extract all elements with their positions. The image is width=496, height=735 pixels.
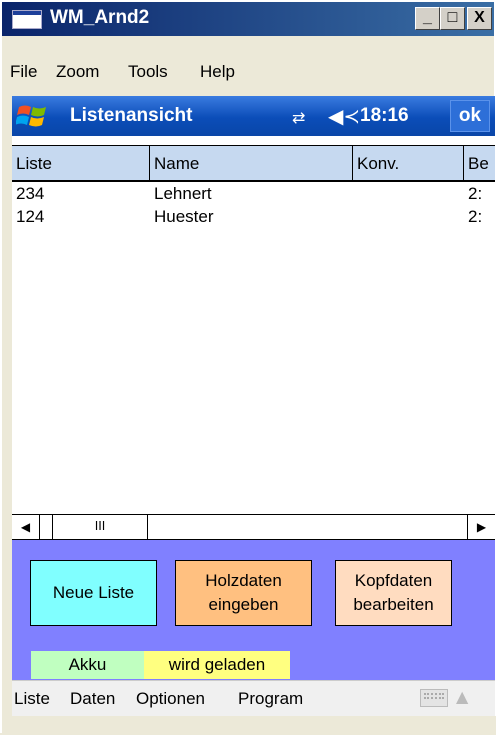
close-button[interactable]: X <box>467 7 492 30</box>
cell-name: Lehnert <box>154 184 212 203</box>
menu-file[interactable]: File <box>10 62 37 82</box>
loading-status: wird geladen <box>144 651 290 679</box>
menu-zoom[interactable]: Zoom <box>56 62 99 82</box>
action-panel: Neue Liste Holzdaten eingeben Kopfdaten … <box>12 540 495 680</box>
neue-liste-label: Neue Liste <box>52 583 135 602</box>
app-window: WM_Arnd2 _ □ X File Zoom Tools Help List… <box>0 0 496 735</box>
title-bar[interactable]: WM_Arnd2 _ □ X <box>2 2 494 36</box>
device-screen: Listenansicht ⇄ ◀≺ 18:16 ok Liste Name K… <box>12 96 495 716</box>
holzdaten-label: Holzdaten eingeben <box>205 571 282 614</box>
app-window-icon <box>12 10 42 29</box>
volume-icon[interactable]: ◀≺ <box>328 104 360 128</box>
minimize-button[interactable]: _ <box>415 7 440 30</box>
soft-menu-bar: Liste Daten Optionen Program ▲ <box>12 680 495 716</box>
scroll-thumb[interactable]: III <box>52 515 148 539</box>
kopfdaten-label: Kopfdaten bearbeiten <box>353 571 434 614</box>
scroll-right-button[interactable]: ▶ <box>467 515 495 539</box>
windows-start-icon[interactable] <box>16 102 50 130</box>
softmenu-optionen[interactable]: Optionen <box>136 689 205 709</box>
maximize-button[interactable]: □ <box>440 7 465 30</box>
cell-be: 2: <box>468 207 483 226</box>
list-row[interactable]: 234 Lehnert 2: <box>12 184 495 206</box>
scroll-left-button[interactable]: ◀ <box>12 515 40 539</box>
ok-button[interactable]: ok <box>450 100 490 132</box>
menu-bar: File Zoom Tools Help <box>2 36 494 92</box>
menu-help[interactable]: Help <box>200 62 235 82</box>
keyboard-icon[interactable] <box>420 689 448 707</box>
list-body: 234 Lehnert 2: 124 Huester 2: <box>12 182 495 514</box>
clock[interactable]: 18:16 <box>360 105 409 127</box>
cell-liste: 124 <box>16 207 45 226</box>
window-bottom-frame <box>2 716 496 735</box>
device-screen-title: Listenansicht <box>70 105 193 126</box>
connectivity-icon[interactable]: ⇄ <box>292 108 305 127</box>
cell-be: 2: <box>468 184 483 203</box>
kopfdaten-button[interactable]: Kopfdaten bearbeiten <box>335 560 452 626</box>
softmenu-liste[interactable]: Liste <box>14 689 50 709</box>
column-header-liste[interactable]: Liste <box>12 146 150 181</box>
akku-label: Akku <box>31 651 144 679</box>
column-header-name[interactable]: Name <box>150 146 353 181</box>
list-header: Liste Name Konv. Be <box>12 145 495 182</box>
input-panel-up-icon[interactable]: ▲ <box>456 687 468 706</box>
device-title-bar: Listenansicht ⇄ ◀≺ 18:16 ok <box>12 96 495 136</box>
window-title: WM_Arnd2 <box>50 7 150 28</box>
horizontal-scrollbar[interactable]: ◀ III ▶ <box>12 514 495 540</box>
menu-tools[interactable]: Tools <box>128 62 168 82</box>
neue-liste-button[interactable]: Neue Liste <box>30 560 157 626</box>
holzdaten-button[interactable]: Holzdaten eingeben <box>175 560 312 626</box>
column-header-konv[interactable]: Konv. <box>353 146 464 181</box>
column-header-be[interactable]: Be <box>464 146 495 181</box>
cell-liste: 234 <box>16 184 45 203</box>
softmenu-program[interactable]: Program <box>238 689 303 709</box>
list-row[interactable]: 124 Huester 2: <box>12 207 495 229</box>
softmenu-daten[interactable]: Daten <box>70 689 115 709</box>
cell-name: Huester <box>154 207 214 226</box>
